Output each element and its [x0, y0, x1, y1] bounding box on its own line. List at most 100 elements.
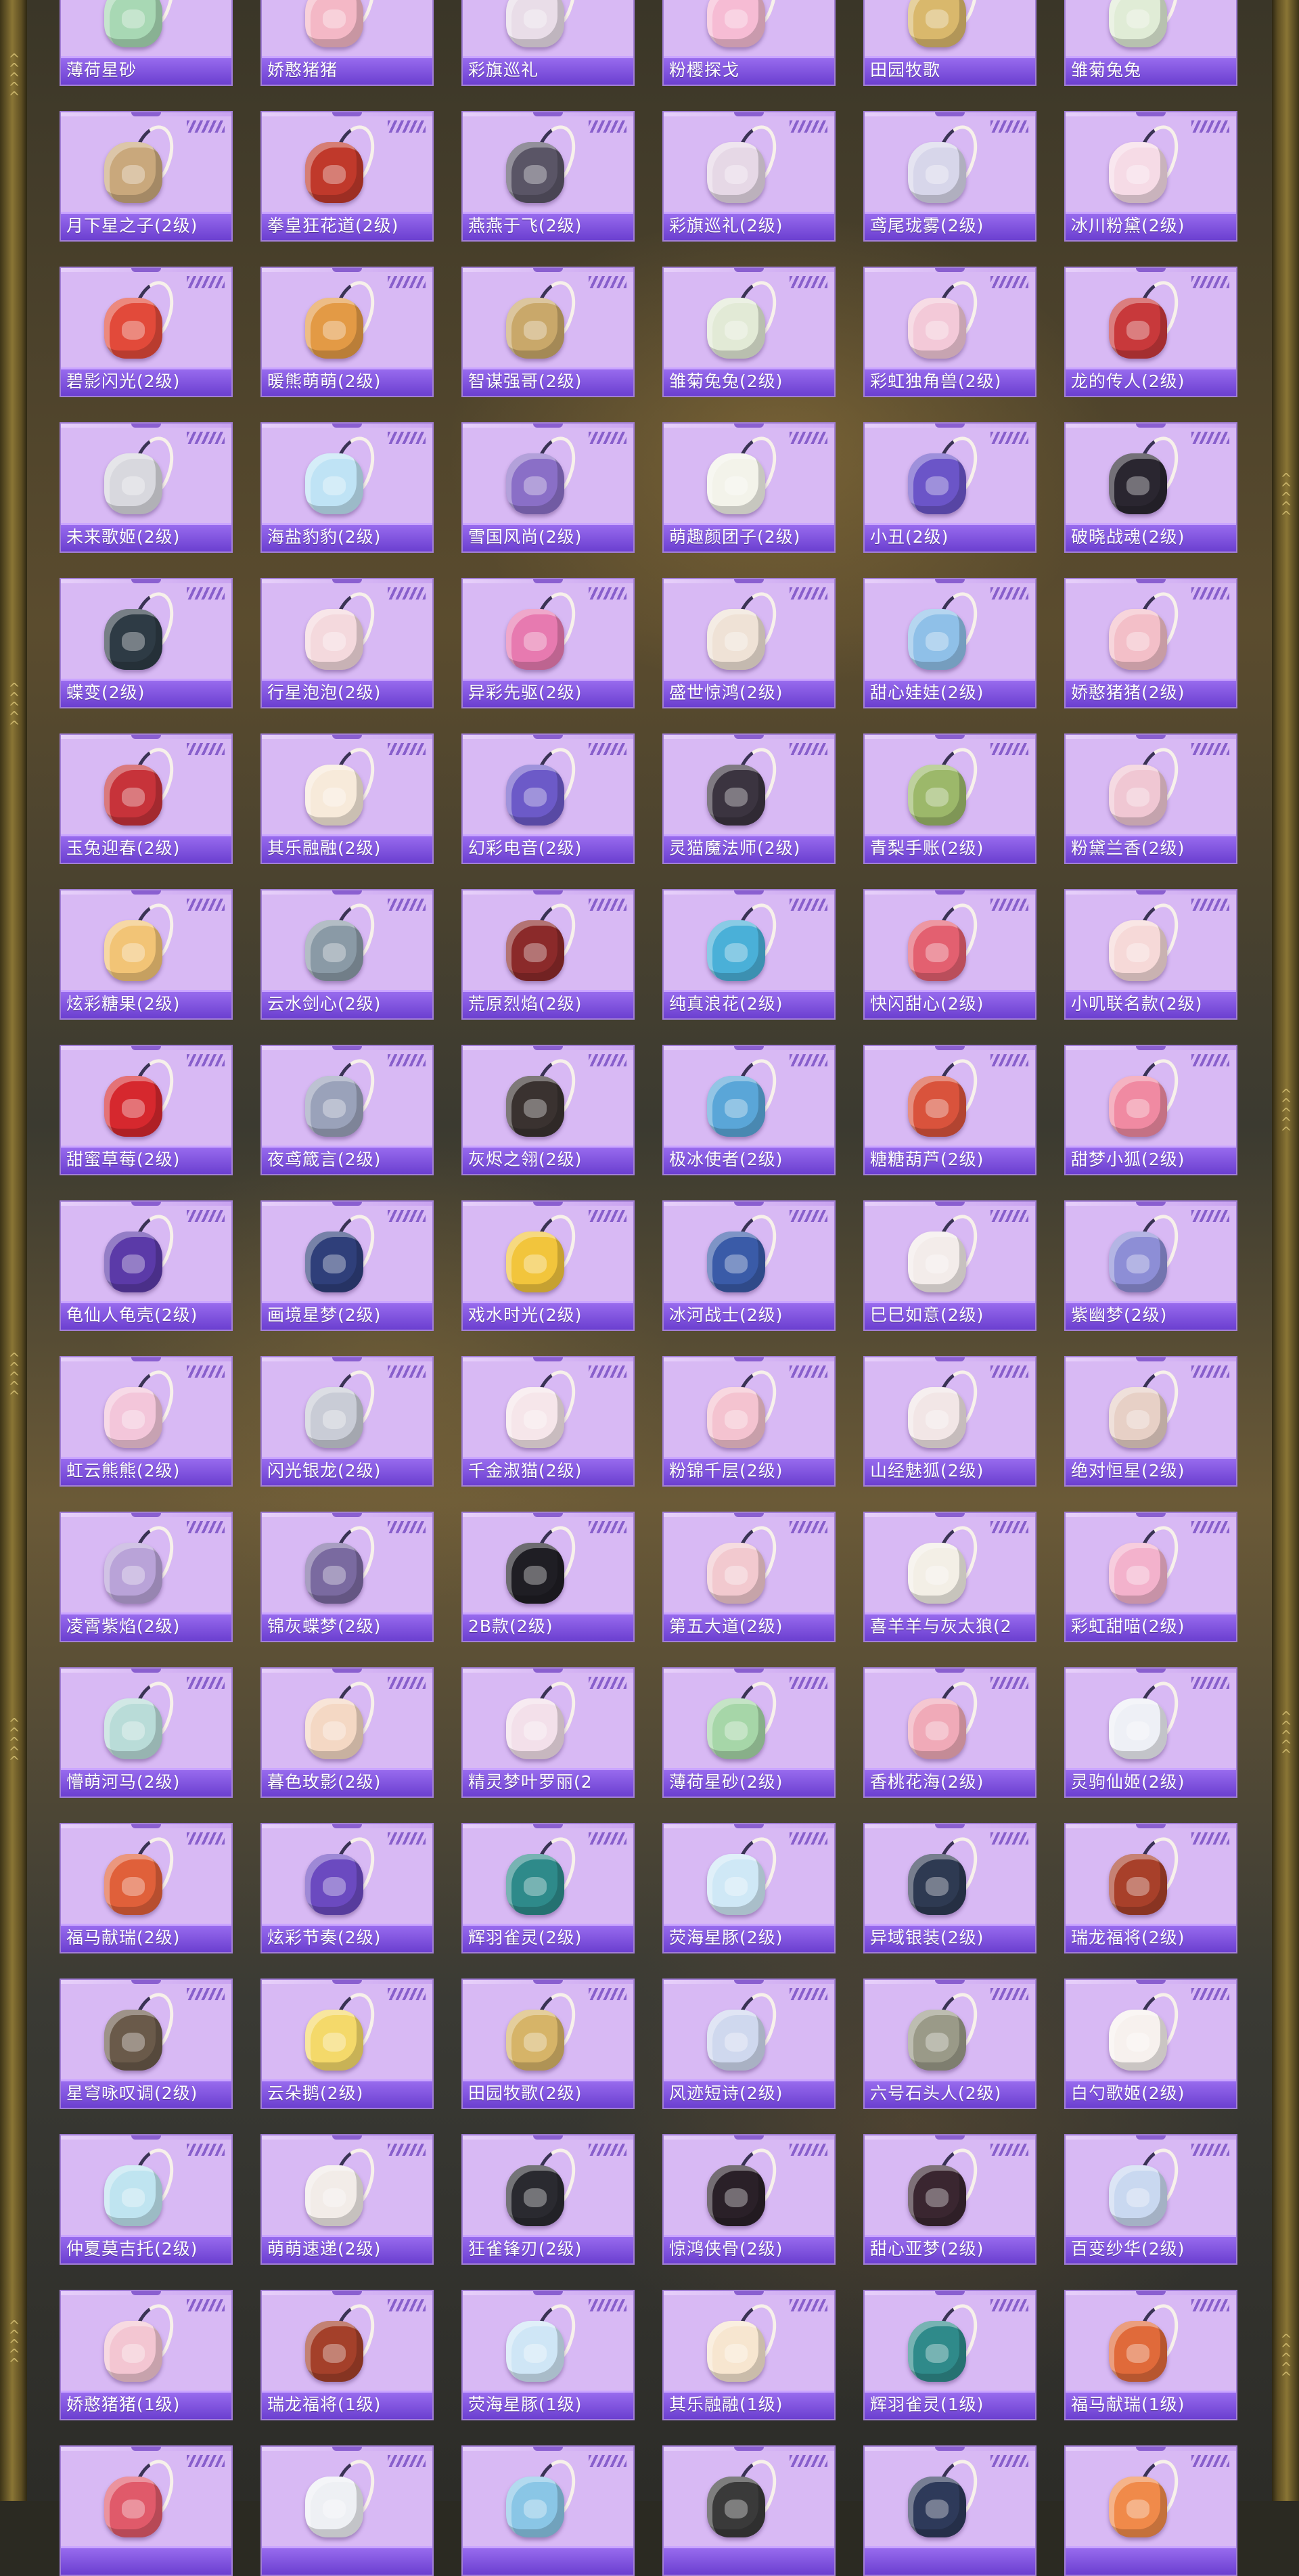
backpack-card[interactable]: 雏菊兔兔(2级)	[662, 267, 836, 397]
backpack-card[interactable]: 月下星之子(2级)	[60, 111, 233, 242]
backpack-card[interactable]: 甜梦小狐(2级)	[1064, 1045, 1237, 1175]
backpack-card[interactable]: 行星泡泡(2级)	[260, 578, 434, 708]
backpack-card[interactable]: 夜鸢箴言(2级)	[260, 1045, 434, 1175]
backpack-card[interactable]: 百变纱华(2级)	[1064, 2134, 1237, 2265]
backpack-card[interactable]: 粉黛兰香(2级)	[1064, 733, 1237, 864]
backpack-card[interactable]: 彩旗巡礼(2级)	[662, 111, 836, 242]
backpack-card[interactable]: 粉樱探戈	[662, 0, 836, 86]
backpack-card[interactable]: 灵驹仙姬(2级)	[1064, 1667, 1237, 1798]
backpack-card[interactable]: 其乐融融(1级)	[662, 2290, 836, 2420]
backpack-card[interactable]: 甜蜜草莓(2级)	[60, 1045, 233, 1175]
backpack-card[interactable]: 山经魅狐(2级)	[863, 1356, 1036, 1487]
backpack-card[interactable]: 碧影闪光(2级)	[60, 267, 233, 397]
backpack-card[interactable]: 龙的传人(2级)	[1064, 267, 1237, 397]
backpack-card[interactable]: 荧海星豚(1级)	[461, 2290, 635, 2420]
backpack-card[interactable]: 蝶变(2级)	[60, 578, 233, 708]
backpack-card[interactable]: 精灵梦叶罗丽(2	[461, 1667, 635, 1798]
backpack-card[interactable]: 雏菊兔兔	[1064, 0, 1237, 86]
backpack-card[interactable]: 其乐融融(2级)	[260, 733, 434, 864]
backpack-card[interactable]: 萌趣颜团子(2级)	[662, 422, 836, 553]
backpack-card[interactable]: 彩旗巡礼	[461, 0, 635, 86]
backpack-card[interactable]: 青梨手账(2级)	[863, 733, 1036, 864]
backpack-card[interactable]: 紫幽梦(2级)	[1064, 1200, 1237, 1331]
backpack-card[interactable]: 粉锦千层(2级)	[662, 1356, 836, 1487]
backpack-card[interactable]	[863, 2445, 1036, 2576]
backpack-card[interactable]: 玉兔迎春(2级)	[60, 733, 233, 864]
backpack-card[interactable]: 极冰使者(2级)	[662, 1045, 836, 1175]
backpack-card[interactable]: 懵萌河马(2级)	[60, 1667, 233, 1798]
backpack-card[interactable]: 千金淑猫(2级)	[461, 1356, 635, 1487]
backpack-card[interactable]: 惊鸿侠骨(2级)	[662, 2134, 836, 2265]
backpack-card[interactable]: 小丑(2级)	[863, 422, 1036, 553]
backpack-card[interactable]: 拳皇狂花道(2级)	[260, 111, 434, 242]
backpack-card[interactable]: 画境星梦(2级)	[260, 1200, 434, 1331]
backpack-card[interactable]: 荧海星豚(2级)	[662, 1823, 836, 1953]
backpack-card[interactable]: 彩虹独角兽(2级)	[863, 267, 1036, 397]
backpack-card[interactable]: 萌萌速递(2级)	[260, 2134, 434, 2265]
backpack-card[interactable]: 小叽联名款(2级)	[1064, 889, 1237, 1020]
backpack-card[interactable]	[60, 2445, 233, 2576]
backpack-card[interactable]: 甜心亚梦(2级)	[863, 2134, 1036, 2265]
backpack-card[interactable]: 虹云熊熊(2级)	[60, 1356, 233, 1487]
backpack-card[interactable]: 风迹短诗(2级)	[662, 1979, 836, 2109]
backpack-card[interactable]: 田园牧歌	[863, 0, 1036, 86]
backpack-card[interactable]: 仲夏莫吉托(2级)	[60, 2134, 233, 2265]
backpack-card[interactable]: 白勺歌姬(2级)	[1064, 1979, 1237, 2109]
backpack-card[interactable]: 鸢尾珑雾(2级)	[863, 111, 1036, 242]
backpack-card[interactable]: 雪国风尚(2级)	[461, 422, 635, 553]
backpack-card[interactable]: 福马献瑞(2级)	[60, 1823, 233, 1953]
backpack-card[interactable]	[260, 2445, 434, 2576]
backpack-card[interactable]: 快闪甜心(2级)	[863, 889, 1036, 1020]
backpack-card[interactable]: 未来歌姬(2级)	[60, 422, 233, 553]
backpack-card[interactable]: 冰川粉黛(2级)	[1064, 111, 1237, 242]
backpack-card[interactable]: 糖糖葫芦(2级)	[863, 1045, 1036, 1175]
backpack-card[interactable]: 娇憨猪猪	[260, 0, 434, 86]
backpack-card[interactable]: 喜羊羊与灰太狼(2	[863, 1512, 1036, 1642]
backpack-card[interactable]	[461, 2445, 635, 2576]
backpack-card[interactable]: 第五大道(2级)	[662, 1512, 836, 1642]
backpack-card[interactable]: 绝对恒星(2级)	[1064, 1356, 1237, 1487]
backpack-card[interactable]: 荒原烈焰(2级)	[461, 889, 635, 1020]
backpack-card[interactable]: 2B款(2级)	[461, 1512, 635, 1642]
backpack-card[interactable]: 薄荷星砂	[60, 0, 233, 86]
backpack-card[interactable]: 幻彩电音(2级)	[461, 733, 635, 864]
backpack-card[interactable]: 香桃花海(2级)	[863, 1667, 1036, 1798]
backpack-card[interactable]: 辉羽雀灵(1级)	[863, 2290, 1036, 2420]
backpack-card[interactable]: 灵猫魔法师(2级)	[662, 733, 836, 864]
backpack-card[interactable]: 异彩先驱(2级)	[461, 578, 635, 708]
backpack-card[interactable]: 纯真浪花(2级)	[662, 889, 836, 1020]
backpack-card[interactable]: 福马献瑞(1级)	[1064, 2290, 1237, 2420]
backpack-card[interactable]: 娇憨猪猪(1级)	[60, 2290, 233, 2420]
backpack-card[interactable]: 戏水时光(2级)	[461, 1200, 635, 1331]
backpack-card[interactable]: 暮色玫影(2级)	[260, 1667, 434, 1798]
backpack-card[interactable]: 薄荷星砂(2级)	[662, 1667, 836, 1798]
backpack-card[interactable]: 冰河战士(2级)	[662, 1200, 836, 1331]
backpack-card[interactable]: 星穹咏叹调(2级)	[60, 1979, 233, 2109]
backpack-card[interactable]: 灰烬之翎(2级)	[461, 1045, 635, 1175]
backpack-card[interactable]: 六号石头人(2级)	[863, 1979, 1036, 2109]
backpack-card[interactable]: 炫彩节奏(2级)	[260, 1823, 434, 1953]
backpack-card[interactable]	[662, 2445, 836, 2576]
backpack-card[interactable]: 瑞龙福将(2级)	[1064, 1823, 1237, 1953]
backpack-card[interactable]: 甜心娃娃(2级)	[863, 578, 1036, 708]
backpack-card[interactable]	[1064, 2445, 1237, 2576]
backpack-card[interactable]: 娇憨猪猪(2级)	[1064, 578, 1237, 708]
backpack-card[interactable]: 异域银装(2级)	[863, 1823, 1036, 1953]
backpack-card[interactable]: 闪光银龙(2级)	[260, 1356, 434, 1487]
backpack-card[interactable]: 瑞龙福将(1级)	[260, 2290, 434, 2420]
backpack-card[interactable]: 暖熊萌萌(2级)	[260, 267, 434, 397]
backpack-card[interactable]: 破晓战魂(2级)	[1064, 422, 1237, 553]
backpack-card[interactable]: 云朵鹅(2级)	[260, 1979, 434, 2109]
backpack-card[interactable]: 彩虹甜喵(2级)	[1064, 1512, 1237, 1642]
backpack-card[interactable]: 田园牧歌(2级)	[461, 1979, 635, 2109]
backpack-card[interactable]: 凌霄紫焰(2级)	[60, 1512, 233, 1642]
backpack-card[interactable]: 辉羽雀灵(2级)	[461, 1823, 635, 1953]
backpack-card[interactable]: 锦灰蝶梦(2级)	[260, 1512, 434, 1642]
backpack-card[interactable]: 云水剑心(2级)	[260, 889, 434, 1020]
backpack-card[interactable]: 燕燕于飞(2级)	[461, 111, 635, 242]
backpack-card[interactable]: 龟仙人龟壳(2级)	[60, 1200, 233, 1331]
backpack-card[interactable]: 智谋强哥(2级)	[461, 267, 635, 397]
backpack-card[interactable]: 海盐豹豹(2级)	[260, 422, 434, 553]
backpack-card[interactable]: 巳巳如意(2级)	[863, 1200, 1036, 1331]
backpack-card[interactable]: 炫彩糖果(2级)	[60, 889, 233, 1020]
